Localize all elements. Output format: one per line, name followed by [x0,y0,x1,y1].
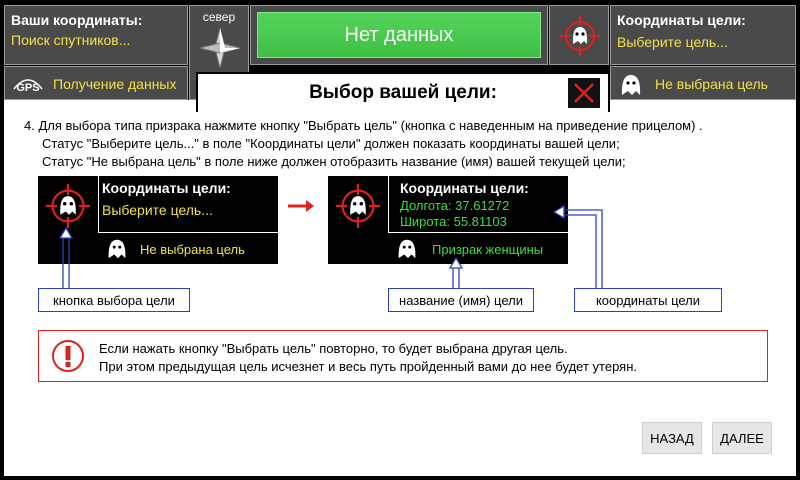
your-coordinates-panel: Ваши координаты: Поиск спутников... [4,5,188,65]
example-after-title: Координаты цели: [400,180,529,196]
your-coordinates-title: Ваши координаты: [11,12,143,28]
example-before-ghost: Не выбрана цель [140,242,245,257]
compass-rose-icon [198,26,242,70]
gps-label: GPS [16,82,39,94]
gps-panel: GPS Получение данных [4,66,188,100]
example-before-title: Координаты цели: [102,180,231,196]
instruction-line: Статус "Не выбрана цель" в поле ниже дол… [42,154,626,169]
ghost-icon [104,236,130,260]
example-before-status: Выберите цель... [102,202,213,218]
red-arrow-icon [286,198,316,214]
data-status-panel: Нет данных [250,5,548,65]
ghost-crosshair-icon [560,16,600,56]
callout-target-name: название (имя) цели [388,288,534,312]
your-coordinates-status: Поиск спутников... [11,32,131,48]
close-x-icon [572,81,596,105]
instruction-line: Статус "Выберите цель..." в поле "Коорди… [42,136,620,151]
status-indicator: Нет данных [257,12,541,58]
select-target-button[interactable] [549,5,609,65]
gps-status: Получение данных [53,76,177,92]
close-button[interactable] [568,78,600,108]
example-before-panel: Координаты цели: Выберите цель... Не выб… [38,176,278,264]
callout-target-coordinates: координаты цели [574,288,722,312]
status-text: Нет данных [344,23,454,46]
app-screen: Ваши координаты: Поиск спутников... GPS … [0,0,800,480]
warning-line: Если нажать кнопку "Выбрать цель" повтор… [99,341,568,356]
back-button[interactable]: НАЗАД [642,422,702,454]
ghost-icon [394,236,420,260]
ghost-crosshair-icon [336,184,380,228]
warning-line: При этом предыдущая цель исчезнет и весь… [99,359,637,374]
next-button[interactable]: ДАЛЕЕ [712,422,772,454]
gps-icon: GPS [11,73,45,95]
target-coordinates-panel: Координаты цели: Выберите цель... [610,5,796,65]
example-after-latitude: Широта: 55.81103 [400,214,507,229]
example-after-panel: Координаты цели: Долгота: 37.61272 Широт… [328,176,568,264]
target-coordinates-title: Координаты цели: [617,12,746,28]
callout-select-button: кнопка выбора цели [38,288,190,312]
dialog-title: Выбор вашей цели: [309,82,497,103]
ghost-icon [617,71,645,97]
ghost-crosshair-icon [46,184,90,228]
target-coordinates-status: Выберите цель... [617,34,728,50]
exclamation-icon [51,339,85,373]
target-name-status: Не выбрана цель [655,76,768,92]
warning-box: Если нажать кнопку "Выбрать цель" повтор… [38,330,768,382]
target-name-panel: Не выбрана цель [610,66,796,100]
example-after-ghost: Призрак женщины [432,242,544,257]
compass-label: север [202,10,236,24]
instruction-line: 4. Для выбора типа призрака нажмите кноп… [24,118,703,133]
example-after-longitude: Долгота: 37.61272 [400,198,510,213]
